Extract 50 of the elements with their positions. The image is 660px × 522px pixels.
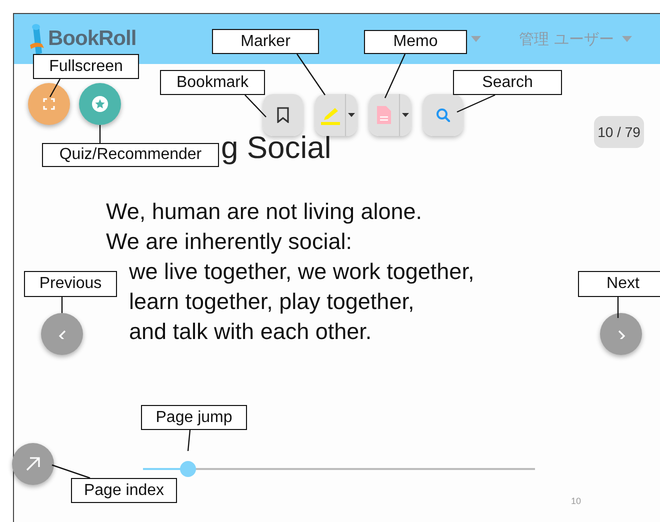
callout-label: Fullscreen (33, 54, 139, 79)
dropdown-button[interactable] (345, 94, 357, 136)
page-number: 10 (571, 496, 582, 506)
chevron-left-icon (58, 330, 66, 338)
slide-text: learn together, play together, (128, 288, 414, 316)
leader-line (296, 54, 326, 96)
leader-line (49, 78, 61, 98)
slide-text: and talk with each other. (128, 318, 372, 346)
slide-text: we live together, we work together, (128, 258, 474, 286)
leader-line (187, 430, 191, 452)
callout-label: Previous (24, 271, 117, 297)
caret-icon (622, 36, 632, 42)
leader-line (384, 54, 406, 98)
search-icon (436, 108, 450, 122)
leader-line (52, 464, 90, 479)
callout-label: Memo (364, 30, 467, 54)
user-menu[interactable]: 管理 ユーザー (519, 30, 614, 48)
logo-icon (28, 22, 46, 56)
slide-text: We, human are not living alone. (106, 198, 422, 226)
callout-label: Bookmark (160, 70, 265, 95)
marker-button[interactable] (315, 94, 345, 136)
slide-text: We are inherently social: (106, 228, 352, 256)
slider-thumb[interactable] (180, 461, 196, 477)
caret-icon (402, 113, 409, 117)
bookmark-icon (277, 107, 289, 123)
callout-label: Marker (212, 29, 319, 54)
logo-text: BookRoll (48, 27, 136, 51)
callout-label: Quiz/Recommender (42, 143, 219, 167)
callout-label: Page jump (141, 405, 247, 430)
document-icon (377, 106, 391, 124)
page-slider[interactable] (143, 461, 535, 477)
leader-line (617, 297, 619, 318)
marker-icon (320, 106, 340, 124)
callout-label: Search (453, 70, 562, 95)
arrow-icon (26, 457, 40, 471)
slide-title: g Social (221, 130, 332, 166)
leader-line (244, 94, 266, 118)
dropdown-button[interactable] (399, 94, 411, 136)
callout-label: Page index (71, 478, 177, 503)
callout-label: Next (578, 271, 660, 297)
leader-line (99, 125, 101, 143)
caret-icon (348, 113, 355, 117)
leader-line (456, 94, 496, 113)
caret-icon (471, 36, 482, 42)
search-button[interactable] (423, 94, 463, 136)
fullscreen-icon (43, 98, 55, 110)
bookmark-button[interactable] (263, 94, 303, 136)
page-counter: 10 / 79 (594, 116, 644, 148)
leader-line (61, 297, 63, 313)
chevron-right-icon (616, 330, 626, 338)
